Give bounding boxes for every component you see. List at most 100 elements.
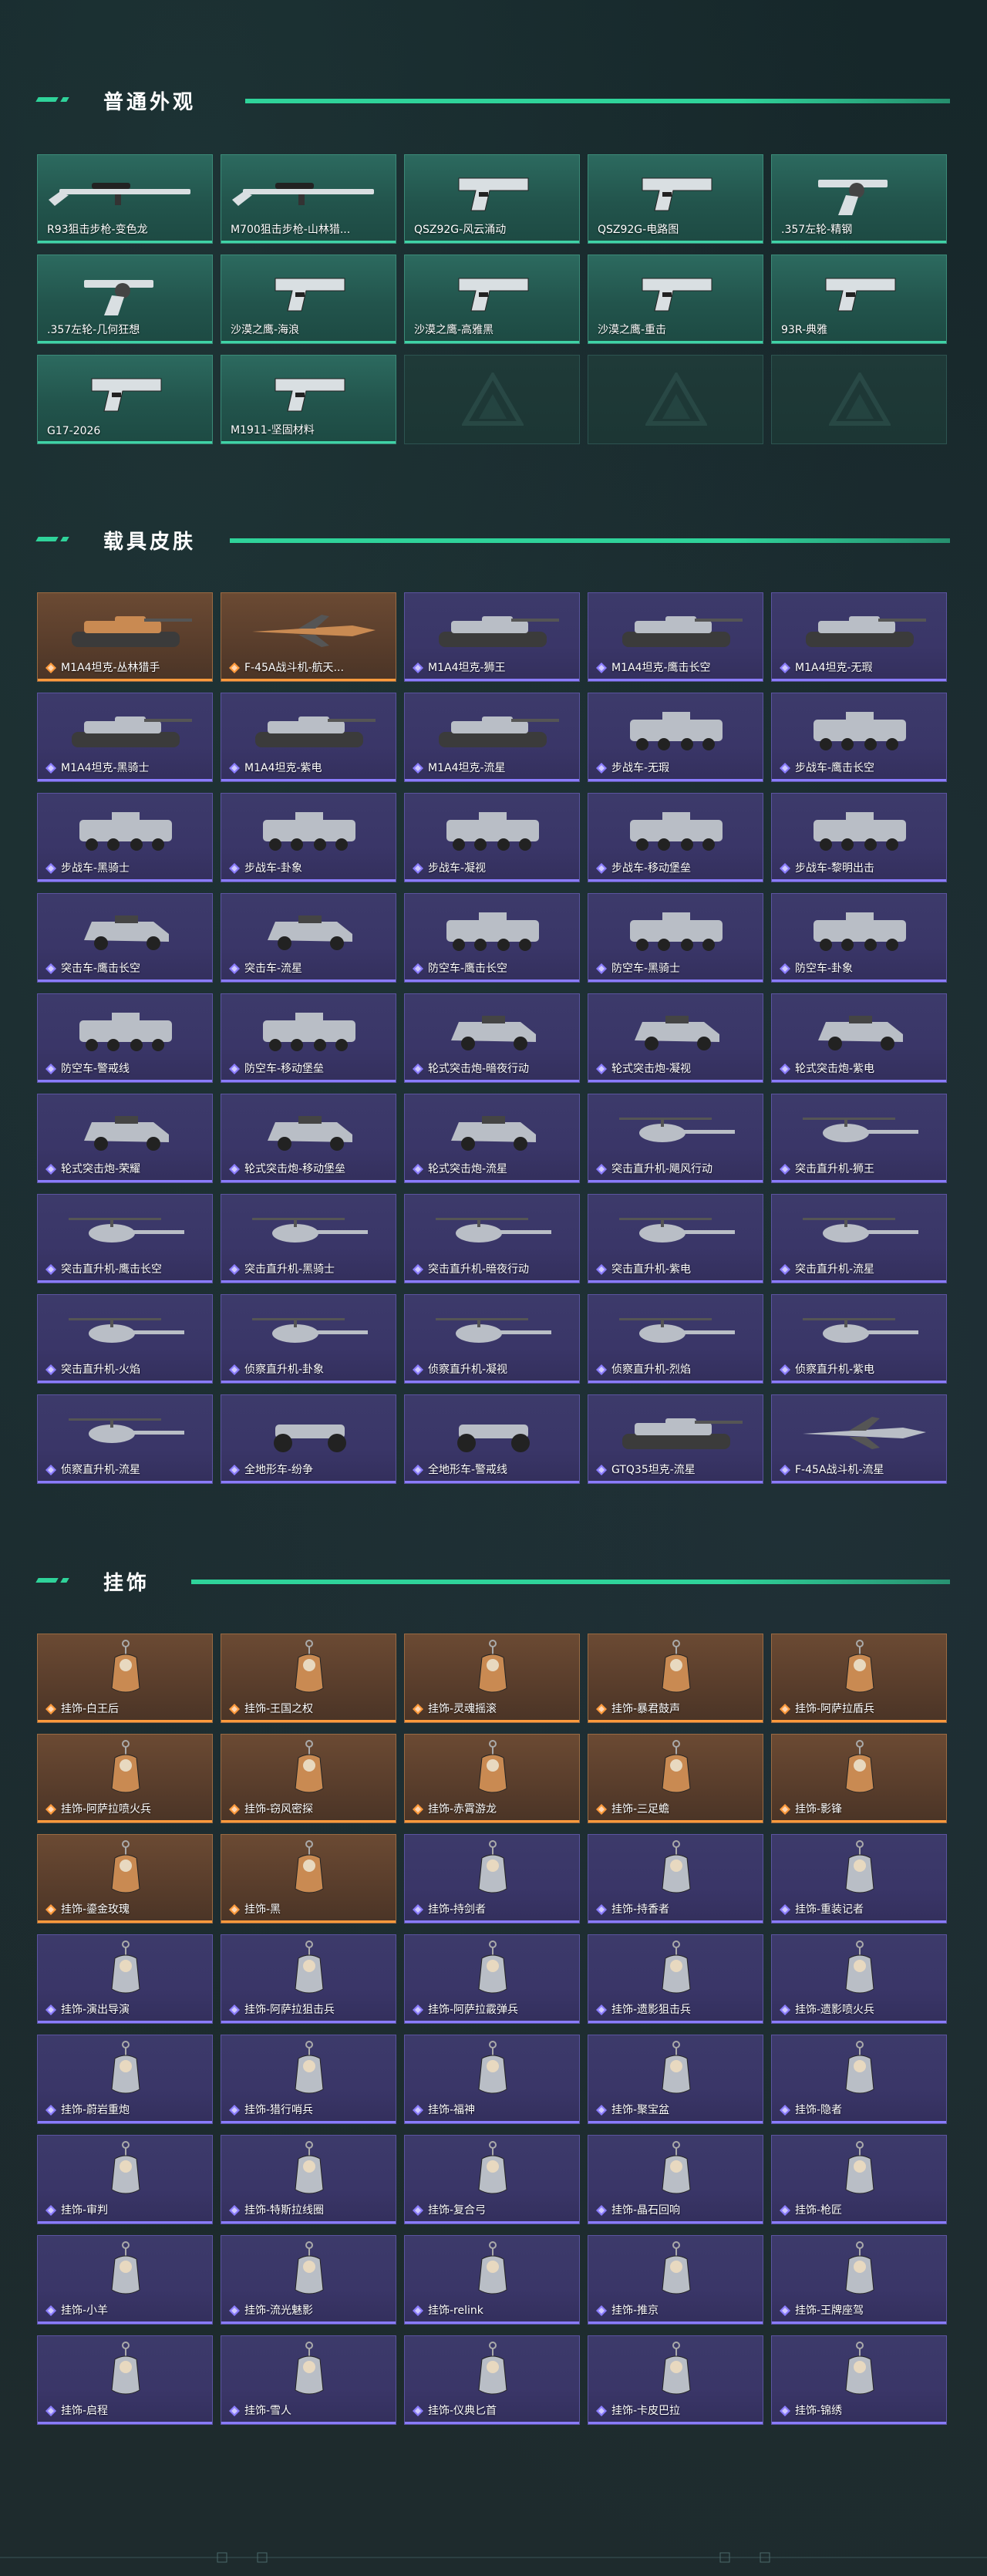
item-card[interactable]: 挂饰-阿萨拉喷火兵 <box>37 1734 213 1823</box>
item-card[interactable]: M1A4坦克-流星 <box>404 693 580 782</box>
item-card[interactable]: 轮式突击炮-荣耀 <box>37 1094 213 1183</box>
item-card[interactable]: 轮式突击炮-紫电 <box>771 993 947 1083</box>
item-card[interactable]: 挂饰-暴君鼓声 <box>588 1634 763 1723</box>
item-card[interactable]: 突击直升机-流星 <box>771 1194 947 1283</box>
item-card[interactable]: 侦察直升机-烈焰 <box>588 1294 763 1384</box>
item-card[interactable]: 挂饰-福神 <box>404 2035 580 2124</box>
item-card[interactable]: 挂饰-启程 <box>37 2335 213 2425</box>
item-card[interactable]: 突击直升机-狮王 <box>771 1094 947 1183</box>
item-card[interactable]: 步战车-鹰击长空 <box>771 693 947 782</box>
item-card[interactable]: R93狙击步枪-变色龙 <box>37 154 213 244</box>
item-card[interactable]: 轮式突击炮-凝视 <box>588 993 763 1083</box>
item-card[interactable]: 挂饰-隐者 <box>771 2035 947 2124</box>
item-card[interactable]: 挂饰-遗影狙击兵 <box>588 1934 763 2024</box>
item-card[interactable]: QSZ92G-电路图 <box>588 154 763 244</box>
item-card[interactable]: M1A4坦克-鹰击长空 <box>588 592 763 682</box>
item-card[interactable]: 挂饰-审判 <box>37 2135 213 2224</box>
item-card[interactable]: 挂饰-演出导演 <box>37 1934 213 2024</box>
item-card[interactable]: 步战车-黑骑士 <box>37 793 213 882</box>
item-card[interactable]: 突击直升机-飓风行动 <box>588 1094 763 1183</box>
item-card[interactable]: 全地形车-纷争 <box>221 1394 396 1484</box>
item-card[interactable]: 挂饰-雪人 <box>221 2335 396 2425</box>
item-card[interactable]: G17-2026 <box>37 355 213 444</box>
item-card[interactable]: 挂饰-聚宝盆 <box>588 2035 763 2124</box>
item-card[interactable]: 步战车-卦象 <box>221 793 396 882</box>
item-card[interactable]: M1A4坦克-紫电 <box>221 693 396 782</box>
item-card[interactable]: M700狙击步枪-山林猎... <box>221 154 396 244</box>
item-card[interactable]: 防空车-鹰击长空 <box>404 893 580 983</box>
item-label: .357左轮-精钢 <box>781 224 853 236</box>
item-card[interactable]: 步战车-凝视 <box>404 793 580 882</box>
item-card[interactable]: 挂饰-特斯拉线圈 <box>221 2135 396 2224</box>
item-card[interactable]: M1A4坦克-丛林猎手 <box>37 592 213 682</box>
item-card[interactable]: 突击车-流星 <box>221 893 396 983</box>
item-card[interactable]: 挂饰-赤霄游龙 <box>404 1734 580 1823</box>
item-card[interactable]: 全地形车-警戒线 <box>404 1394 580 1484</box>
item-card[interactable]: 挂饰-重装记者 <box>771 1834 947 1924</box>
item-card[interactable]: 突击直升机-紫电 <box>588 1194 763 1283</box>
item-card[interactable]: 挂饰-枪匠 <box>771 2135 947 2224</box>
item-card[interactable]: 步战车-移动堡垒 <box>588 793 763 882</box>
item-card[interactable]: 防空车-警戒线 <box>37 993 213 1083</box>
item-card[interactable]: F-45A战斗机-流星 <box>771 1394 947 1484</box>
item-card[interactable]: 挂饰-持剑者 <box>404 1834 580 1924</box>
item-card[interactable]: 防空车-移动堡垒 <box>221 993 396 1083</box>
item-card[interactable]: QSZ92G-风云涌动 <box>404 154 580 244</box>
item-card[interactable]: 轮式突击炮-流星 <box>404 1094 580 1183</box>
item-card[interactable]: .357左轮-精钢 <box>771 154 947 244</box>
rarity-bar <box>588 2321 763 2324</box>
item-card[interactable]: 挂饰-王国之权 <box>221 1634 396 1723</box>
item-card[interactable]: 挂饰-锦绣 <box>771 2335 947 2425</box>
item-card[interactable]: 挂饰-小羊 <box>37 2235 213 2325</box>
item-card[interactable]: 突击直升机-鹰击长空 <box>37 1194 213 1283</box>
item-card[interactable]: 挂饰-阿萨拉狙击兵 <box>221 1934 396 2024</box>
item-card[interactable]: 沙漠之鹰-高雅黑 <box>404 255 580 344</box>
item-card[interactable]: M1911-坚固材料 <box>221 355 396 444</box>
item-card[interactable]: 突击直升机-火焰 <box>37 1294 213 1384</box>
item-card[interactable]: 突击车-鹰击长空 <box>37 893 213 983</box>
item-card[interactable]: M1A4坦克-狮王 <box>404 592 580 682</box>
item-card[interactable]: 沙漠之鹰-海浪 <box>221 255 396 344</box>
item-card[interactable]: 侦察直升机-流星 <box>37 1394 213 1484</box>
item-card[interactable]: 侦察直升机-凝视 <box>404 1294 580 1384</box>
item-card[interactable]: 挂饰-晶石回响 <box>588 2135 763 2224</box>
item-card[interactable]: 挂饰-窃风密探 <box>221 1734 396 1823</box>
item-card[interactable]: 挂饰-黑 <box>221 1834 396 1924</box>
item-card[interactable]: 轮式突击炮-暗夜行动 <box>404 993 580 1083</box>
item-card[interactable]: GTQ35坦克-流星 <box>588 1394 763 1484</box>
item-card[interactable]: 步战车-无瑕 <box>588 693 763 782</box>
item-card[interactable]: 挂饰-遗影喷火兵 <box>771 1934 947 2024</box>
item-card[interactable]: 挂饰-阿萨拉霰弹兵 <box>404 1934 580 2024</box>
item-card[interactable]: 93R-典雅 <box>771 255 947 344</box>
item-card[interactable]: 挂饰-阿萨拉盾兵 <box>771 1634 947 1723</box>
item-card[interactable]: 挂饰-灵魂摇滚 <box>404 1634 580 1723</box>
item-card[interactable]: 沙漠之鹰-重击 <box>588 255 763 344</box>
item-card[interactable]: 挂饰-卡皮巴拉 <box>588 2335 763 2425</box>
item-card[interactable]: 挂饰-推京 <box>588 2235 763 2325</box>
item-card[interactable]: 突击直升机-暗夜行动 <box>404 1194 580 1283</box>
item-card[interactable]: 突击直升机-黑骑士 <box>221 1194 396 1283</box>
item-card[interactable]: 挂饰-持香者 <box>588 1834 763 1924</box>
item-card[interactable]: 挂饰-relink <box>404 2235 580 2325</box>
item-card[interactable]: F-45A战斗机-航天... <box>221 592 396 682</box>
item-card[interactable]: 挂饰-复合弓 <box>404 2135 580 2224</box>
item-card[interactable]: 侦察直升机-卦象 <box>221 1294 396 1384</box>
item-card[interactable]: 挂饰-鎏金玫瑰 <box>37 1834 213 1924</box>
item-card[interactable]: .357左轮-几何狂想 <box>37 255 213 344</box>
item-card[interactable]: 轮式突击炮-移动堡垒 <box>221 1094 396 1183</box>
item-card[interactable]: 防空车-黑骑士 <box>588 893 763 983</box>
item-card[interactable]: 挂饰-影锋 <box>771 1734 947 1823</box>
item-card[interactable]: 挂饰-猎行哨兵 <box>221 2035 396 2124</box>
item-card[interactable]: 步战车-黎明出击 <box>771 793 947 882</box>
item-card[interactable]: 挂饰-蔚岩重炮 <box>37 2035 213 2124</box>
item-card[interactable]: 挂饰-仪典匕首 <box>404 2335 580 2425</box>
item-card[interactable]: 防空车-卦象 <box>771 893 947 983</box>
item-card[interactable]: 挂饰-王牌座驾 <box>771 2235 947 2325</box>
item-card[interactable]: M1A4坦克-黑骑士 <box>37 693 213 782</box>
item-card[interactable]: M1A4坦克-无瑕 <box>771 592 947 682</box>
item-card[interactable]: 挂饰-流光魅影 <box>221 2235 396 2325</box>
item-card[interactable]: 挂饰-三足蟾 <box>588 1734 763 1823</box>
item-card[interactable]: 侦察直升机-紫电 <box>771 1294 947 1384</box>
item-card[interactable]: 挂饰-白王后 <box>37 1634 213 1723</box>
item-label: F-45A战斗机-航天... <box>244 662 344 674</box>
